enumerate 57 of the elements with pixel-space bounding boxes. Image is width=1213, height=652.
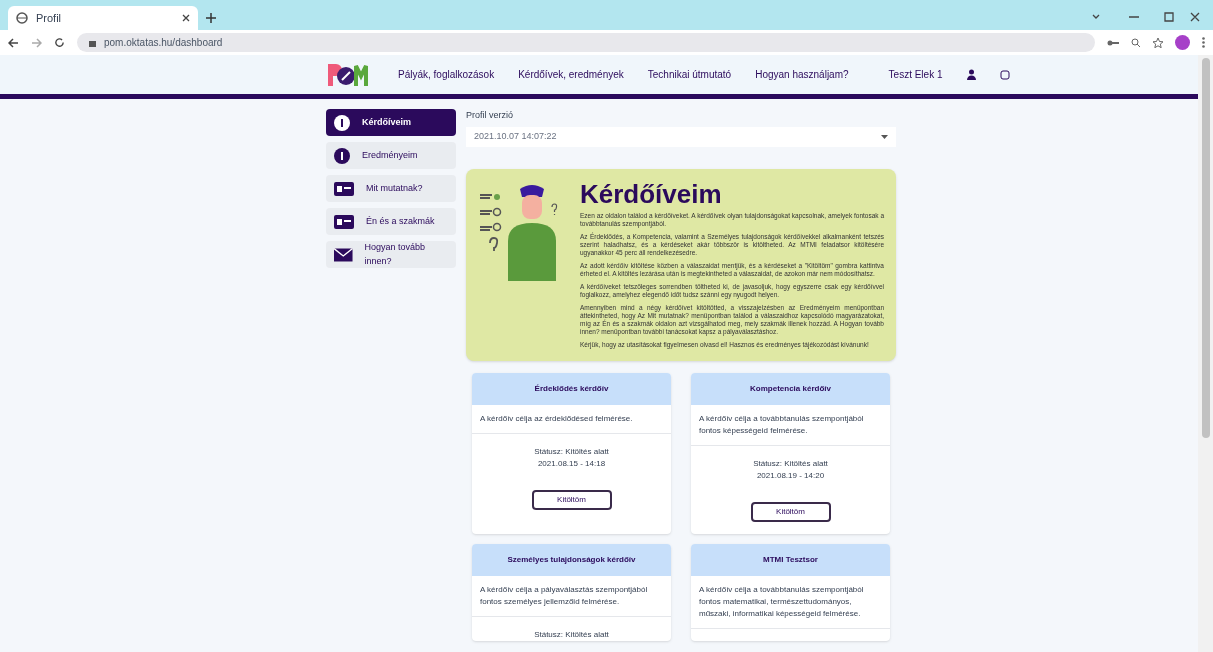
sidebar-item[interactable]: Én és a szakmák <box>326 208 456 235</box>
date-text: 2021.08.19 - 14:20 <box>755 469 826 482</box>
address-bar[interactable]: pom.oktatas.hu/dashboard <box>77 33 1095 52</box>
user-icon[interactable] <box>966 69 976 80</box>
card-title: Személyes tulajdonságok kérdőív <box>507 553 636 566</box>
sidebar-item[interactable]: Hogyan tovább innen? <box>326 241 456 268</box>
card-description: A kérdőív célja a továbbtanulás szempontjából fontos képességeid felmérése. <box>691 404 890 446</box>
reload-icon[interactable] <box>54 37 65 48</box>
nav-link[interactable]: Technikai útmutató <box>647 67 732 82</box>
browser-tab[interactable]: Profil <box>8 6 198 30</box>
star-icon[interactable] <box>1153 37 1163 48</box>
menu-icon[interactable] <box>1202 37 1205 48</box>
info-circle-icon <box>334 114 350 131</box>
caret-icon <box>881 134 888 139</box>
fill-button[interactable]: Kitöltöm <box>750 501 831 522</box>
sidebar-label: Eredményeim <box>362 148 418 162</box>
search-icon[interactable] <box>1131 37 1141 48</box>
card-description: A kérdőív célja az érdeklődésed felmérése. <box>472 404 671 434</box>
version-select[interactable]: 2021.10.07 14:07:22 <box>466 126 896 147</box>
profile-version-label: Profil verzió <box>466 109 514 122</box>
nav-link[interactable]: Hogyan használjam? <box>755 67 849 82</box>
tab-title: Profil <box>36 10 63 26</box>
plus-icon[interactable] <box>206 13 216 23</box>
url-text: pom.oktatas.hu/dashboard <box>104 36 223 50</box>
nav-link[interactable]: Pályák, foglalkozások <box>398 67 495 82</box>
id-card-icon <box>334 214 354 229</box>
card-title: Érdeklődés kérdőív <box>534 382 609 395</box>
window-controls-icon[interactable] <box>1091 12 1201 22</box>
date-text: 2021.08.15 - 14:18 <box>536 457 607 470</box>
key-icon[interactable] <box>1107 38 1119 47</box>
card-title: MTMI Tesztsor <box>763 553 818 566</box>
select-value: 2021.10.07 14:07:22 <box>474 129 557 143</box>
fill-button[interactable]: Kitöltöm <box>531 489 612 510</box>
id-card-icon <box>334 181 354 196</box>
back-icon[interactable] <box>8 37 19 48</box>
page-heading: Kérdőíveim <box>580 180 723 207</box>
close-icon[interactable] <box>182 14 190 22</box>
profile-avatar[interactable] <box>1175 35 1190 50</box>
scrollbar-thumb[interactable] <box>1201 58 1210 438</box>
sidebar-item[interactable]: Kérdőíveim <box>326 109 456 136</box>
sidebar-label: Mit mutatnak? <box>366 181 423 195</box>
status-text: Státusz: Kitöltés alatt <box>533 445 610 458</box>
sidebar-label: Kérdőíveim <box>362 115 412 129</box>
sidebar-label: Hogyan tovább innen? <box>364 241 427 268</box>
card-description: A kérdőív célja a továbbtanulás szempontjából fontos matematikai, természettudományos, műszaki, informatikai képességeid felmérése. <box>691 575 890 629</box>
status-text: Státusz: Kitöltés alatt <box>533 628 610 641</box>
card-description: A kérdőív célja a pályaválasztás szempontjából fontos személyes jellemzőid felmérése. <box>472 575 671 617</box>
sidebar-item[interactable]: Eredményeim <box>326 142 456 169</box>
number-circle-icon <box>334 147 350 164</box>
card-title: Kompetencia kérdőív <box>750 382 831 395</box>
user-name[interactable]: Teszt Elek 1 <box>888 67 943 82</box>
sidebar-label: Én és a szakmák <box>366 214 435 228</box>
status-text: Státusz: Kitöltés alatt <box>752 457 829 470</box>
sidebar-item[interactable]: Mit mutatnak? <box>326 175 456 202</box>
nav-link[interactable]: Kérdőívek, eredmények <box>518 67 624 82</box>
envelope-icon <box>334 247 353 262</box>
scrollbar[interactable] <box>1198 55 1213 652</box>
